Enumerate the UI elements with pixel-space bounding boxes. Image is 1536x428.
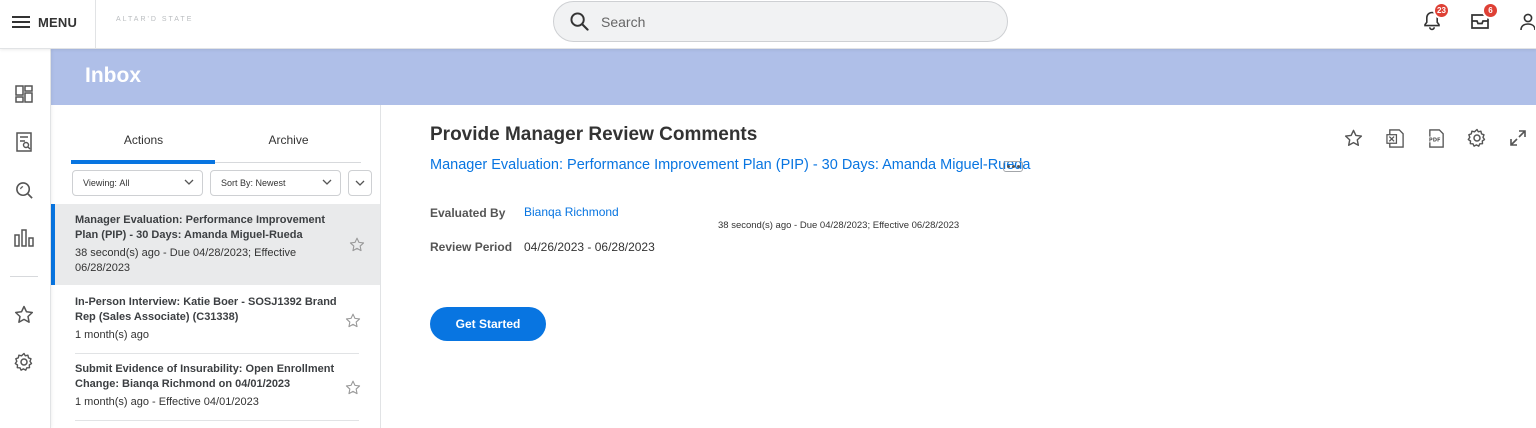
notifications-badge: 23 — [1433, 2, 1450, 19]
favorites-nav-button[interactable] — [13, 303, 35, 325]
inbox-item[interactable]: In-Person Interview: Katie Boer - SOSJ13… — [51, 295, 380, 351]
review-period-label: Review Period — [430, 240, 513, 254]
search-icon — [570, 12, 589, 31]
configure-button[interactable] — [1467, 128, 1487, 148]
top-bar: MENU ALTAR'D STATE Search 23 6 — [0, 0, 1536, 49]
page-header-band: Inbox — [51, 49, 1536, 105]
viewing-filter-dropdown[interactable]: Viewing: All — [72, 170, 203, 196]
viewing-value: All — [119, 178, 130, 188]
page-title: Inbox — [85, 64, 141, 87]
chevron-down-icon — [355, 180, 365, 186]
search-input[interactable]: Search — [553, 1, 1008, 42]
expand-button[interactable] — [1508, 128, 1528, 148]
due-date-text: 38 second(s) ago - Due 04/28/2023; Effec… — [718, 220, 960, 231]
star-icon[interactable] — [349, 237, 365, 252]
topbar-divider — [95, 0, 96, 49]
bar-chart-icon — [14, 229, 34, 247]
detail-title: Provide Manager Review Comments — [430, 124, 758, 145]
list-divider — [75, 353, 359, 354]
user-icon — [1520, 13, 1535, 31]
rail-divider — [10, 276, 38, 277]
inbox-badge: 6 — [1482, 2, 1499, 19]
evaluated-by-label: Evaluated By — [430, 206, 506, 220]
report-icon — [16, 132, 32, 152]
review-period-value: 04/26/2023 - 06/28/2023 — [524, 240, 655, 254]
ellipsis-dot — [1016, 165, 1020, 168]
more-filters-button[interactable] — [348, 170, 372, 196]
inbox-item-title: Submit Evidence of Insurability: Open En… — [75, 363, 335, 390]
excel-icon — [1385, 128, 1404, 148]
menu-label: MENU — [38, 14, 78, 30]
list-divider — [75, 420, 359, 421]
star-icon — [1344, 129, 1362, 147]
menu-button[interactable]: MENU — [12, 12, 77, 32]
search-nav-button[interactable] — [13, 179, 35, 201]
dashboard-icon — [15, 85, 33, 103]
ellipsis-dot — [1006, 165, 1010, 168]
star-icon — [14, 305, 34, 323]
chevron-down-icon — [184, 179, 194, 185]
dashboard-nav-button[interactable] — [13, 83, 35, 105]
viewing-label: Viewing: — [83, 178, 117, 188]
expand-icon — [1510, 130, 1526, 146]
related-actions-button[interactable] — [1003, 161, 1023, 172]
magnify-icon — [15, 181, 33, 199]
inbox-item-meta: 38 second(s) ago - Due 04/28/2023; Effec… — [75, 247, 297, 274]
get-started-button[interactable]: Get Started — [430, 307, 546, 341]
tab-actions[interactable]: Actions — [71, 123, 216, 164]
star-icon[interactable] — [345, 313, 361, 328]
ellipsis-dot — [1011, 165, 1015, 168]
favorite-button[interactable] — [1343, 128, 1363, 148]
inbox-item-title: Manager Evaluation: Performance Improvem… — [75, 214, 326, 241]
settings-nav-button[interactable] — [13, 351, 35, 373]
sort-label: Sort By: — [221, 178, 254, 188]
inbox-item[interactable]: Submit Evidence of Insurability: Open En… — [51, 362, 380, 418]
sort-by-dropdown[interactable]: Sort By: Newest — [210, 170, 341, 196]
gear-icon — [1467, 128, 1486, 147]
search-placeholder: Search — [601, 13, 646, 30]
export-excel-button[interactable] — [1385, 128, 1405, 148]
subject-link[interactable]: Manager Evaluation: Performance Improvem… — [430, 157, 1030, 173]
inbox-tabs: Actions Archive — [71, 123, 361, 164]
export-pdf-button[interactable]: PDF — [1426, 128, 1446, 148]
star-icon[interactable] — [345, 380, 361, 395]
evaluated-by-link[interactable]: Bianqa Richmond — [524, 205, 619, 219]
tab-archive[interactable]: Archive — [216, 123, 361, 163]
company-logo[interactable]: ALTAR'D STATE — [116, 16, 193, 23]
inbox-list-panel: Actions Archive Viewing: All Sort By: Ne… — [51, 105, 381, 428]
left-nav-rail — [0, 49, 51, 428]
pdf-icon: PDF — [1427, 128, 1444, 148]
hamburger-icon — [12, 16, 30, 28]
gear-icon — [14, 352, 33, 371]
chevron-down-icon — [322, 179, 332, 185]
analytics-nav-button[interactable] — [13, 227, 35, 249]
sort-value: Newest — [255, 178, 286, 188]
inbox-item-selected[interactable]: Manager Evaluation: Performance Improvem… — [51, 204, 380, 285]
profile-button[interactable] — [1518, 12, 1536, 32]
inbox-item-title: In-Person Interview: Katie Boer - SOSJ13… — [75, 296, 337, 323]
inbox-item-meta: 1 month(s) ago — [75, 329, 149, 341]
reports-nav-button[interactable] — [13, 131, 35, 153]
inbox-item-meta: 1 month(s) ago - Effective 04/01/2023 — [75, 396, 259, 408]
svg-text:PDF: PDF — [1428, 137, 1440, 143]
